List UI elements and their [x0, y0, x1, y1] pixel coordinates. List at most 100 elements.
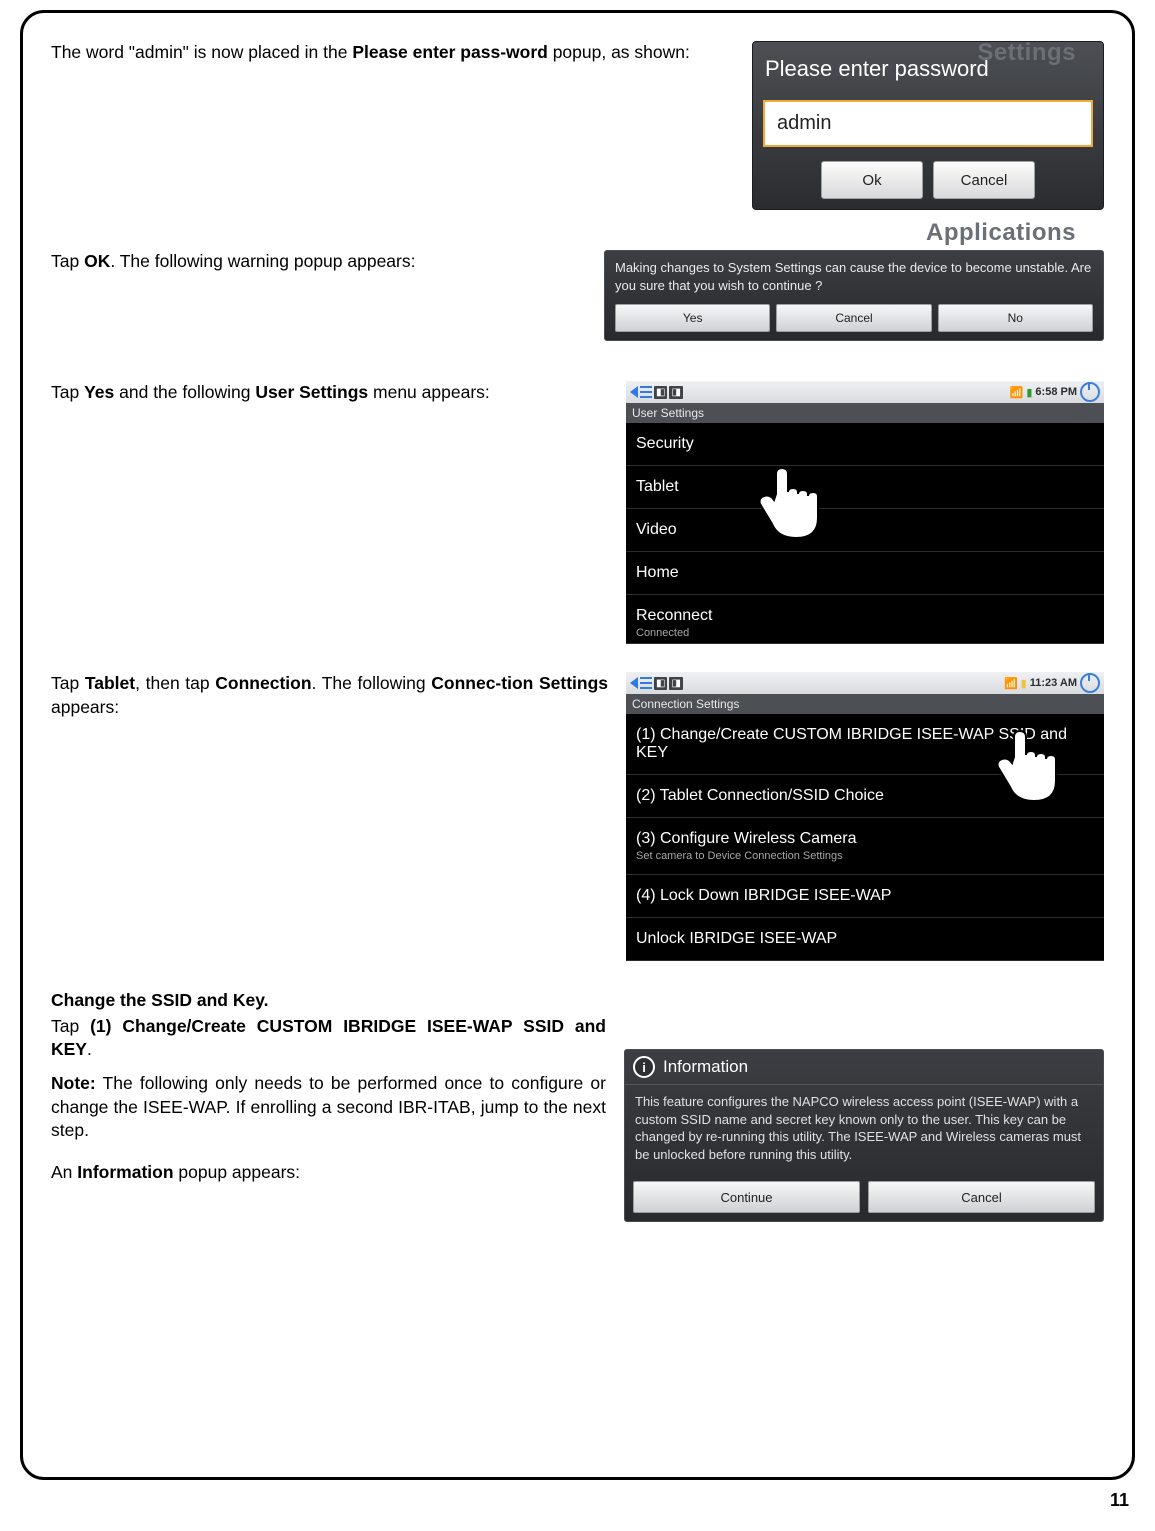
section-warning: Tap OK. The following warning popup appe… [51, 250, 1104, 341]
note-label: Note: [51, 1073, 96, 1093]
list-icon [640, 677, 652, 689]
text: The word "admin" is now placed in the [51, 42, 352, 62]
warning-button-row: Yes Cancel No [615, 304, 1093, 332]
back-icon[interactable] [630, 386, 638, 398]
cancel-button[interactable]: Cancel [868, 1181, 1095, 1213]
text-bold: Yes [84, 382, 114, 402]
back-icon[interactable] [630, 677, 638, 689]
text: menu appears: [368, 382, 490, 402]
password-popup-container: Settings Applications Please enter passw… [752, 41, 1104, 210]
yes-button[interactable]: Yes [615, 304, 770, 332]
text: . The following warning popup appears: [110, 251, 415, 271]
screen-heading: User Settings [626, 403, 1104, 423]
no-button[interactable]: No [938, 304, 1093, 332]
text: popup appears: [174, 1162, 301, 1182]
menu-item-home[interactable]: Home [626, 552, 1104, 595]
status-time: 6:58 PM [1035, 386, 1077, 398]
menu-item-sub: Set camera to Device Connection Settings [636, 850, 1094, 862]
status-chip: ◧ [654, 677, 667, 690]
text: Tap [51, 382, 84, 402]
text: and the following [114, 382, 255, 402]
text-bold: Connec-tion Settings [431, 673, 608, 693]
text-bold: OK [84, 251, 110, 271]
popup-title: Please enter password [763, 50, 1093, 92]
warning-popup-container: Making changes to System Settings can ca… [604, 250, 1104, 341]
menu-item-video[interactable]: Video [626, 509, 1104, 552]
page-frame: The word "admin" is now placed in the Pl… [20, 10, 1135, 1480]
text-bold: Please enter pass-word [352, 42, 548, 62]
section-connection-settings: Tap Tablet, then tap Connection. The fol… [51, 672, 1104, 961]
status-right: 📶 ▮ 6:58 PM [1010, 382, 1100, 402]
ok-button[interactable]: Ok [821, 161, 923, 199]
text: The following only needs to be performed… [51, 1073, 606, 1140]
password-popup: Please enter password admin Ok Cancel [752, 41, 1104, 210]
text: Tap [51, 1016, 90, 1036]
info-icon: i [633, 1056, 655, 1078]
menu-item-reconnect[interactable]: Reconnect Connected [626, 595, 1104, 644]
status-chip: ◧ [654, 386, 667, 399]
status-bar: ◧ ◨ 📶 ▮ 11:23 AM [626, 672, 1104, 694]
battery-icon: ▮ [1026, 386, 1032, 399]
status-right: 📶 ▮ 11:23 AM [1004, 673, 1100, 693]
text-bold: Connection [215, 673, 311, 693]
menu-item-lock-down[interactable]: (4) Lock Down IBRIDGE ISEE-WAP [626, 875, 1104, 918]
text: popup, as shown: [548, 42, 690, 62]
section-user-settings: Tap Yes and the following User Settings … [51, 381, 1104, 644]
status-time: 11:23 AM [1030, 677, 1077, 689]
info-body: This feature configures the NAPCO wirele… [625, 1085, 1103, 1175]
menu-item-sub: Connected [636, 627, 1094, 639]
continue-button[interactable]: Continue [633, 1181, 860, 1213]
info-title: Information [663, 1057, 748, 1077]
power-icon[interactable] [1080, 673, 1100, 693]
text-connection-settings: Tap Tablet, then tap Connection. The fol… [51, 672, 608, 719]
wifi-icon: 📶 [1004, 677, 1018, 690]
tap-hand-icon [994, 722, 1064, 802]
text-bold: Information [77, 1162, 173, 1182]
cancel-button[interactable]: Cancel [933, 161, 1035, 199]
user-settings-screen: ◧ ◨ 📶 ▮ 6:58 PM User Settings Security T… [626, 381, 1104, 644]
connection-settings-screen: ◧ ◨ 📶 ▮ 11:23 AM Connection Settings (1)… [626, 672, 1104, 961]
wifi-icon: 📶 [1010, 386, 1024, 399]
text: Tap [51, 673, 85, 693]
battery-icon: ▮ [1021, 677, 1027, 690]
menu-item-security[interactable]: Security [626, 423, 1104, 466]
information-popup-container: i Information This feature configures th… [624, 989, 1104, 1222]
warning-message: Making changes to System Settings can ca… [615, 259, 1093, 294]
user-settings-screen-container: ◧ ◨ 📶 ▮ 6:58 PM User Settings Security T… [626, 381, 1104, 644]
popup-button-row: Ok Cancel [763, 161, 1093, 199]
page-number: 11 [0, 1484, 1155, 1523]
text: Tap [51, 251, 84, 271]
menu-item-configure-camera[interactable]: (3) Configure Wireless Camera Set camera… [626, 818, 1104, 875]
password-input[interactable]: admin [763, 100, 1093, 147]
tap-hand-icon [756, 459, 826, 539]
text-password: The word "admin" is now placed in the Pl… [51, 41, 734, 65]
menu-item-tablet[interactable]: Tablet [626, 466, 1104, 509]
power-icon[interactable] [1080, 382, 1100, 402]
status-bar: ◧ ◨ 📶 ▮ 6:58 PM [626, 381, 1104, 403]
status-left: ◧ ◨ [630, 386, 683, 399]
info-button-row: Continue Cancel [625, 1175, 1103, 1221]
status-chip: ◨ [669, 677, 682, 690]
text-change-ssid: Change the SSID and Key. Tap (1) Change/… [51, 989, 606, 1184]
text-bold: Tablet [85, 673, 135, 693]
status-chip: ◨ [669, 386, 682, 399]
menu-item-unlock[interactable]: Unlock IBRIDGE ISEE-WAP [626, 918, 1104, 961]
menu-item-label: (3) Configure Wireless Camera [636, 830, 1094, 848]
warning-popup: Making changes to System Settings can ca… [604, 250, 1104, 341]
section-change-ssid: Change the SSID and Key. Tap (1) Change/… [51, 989, 1104, 1222]
text: appears: [51, 697, 119, 717]
cancel-button[interactable]: Cancel [776, 304, 931, 332]
list-icon [640, 386, 652, 398]
section-password: The word "admin" is now placed in the Pl… [51, 41, 1104, 210]
text-user-settings: Tap Yes and the following User Settings … [51, 381, 608, 405]
text: . The following [312, 673, 432, 693]
text-bold: (1) Change/Create CUSTOM IBRIDGE ISEE-WA… [51, 1016, 606, 1060]
text-bold: User Settings [255, 382, 368, 402]
bg-text-applications: Applications [926, 219, 1076, 247]
text-warning: Tap OK. The following warning popup appe… [51, 250, 586, 274]
status-left: ◧ ◨ [630, 677, 683, 690]
text: , then tap [135, 673, 215, 693]
text: An [51, 1162, 77, 1182]
screen-heading: Connection Settings [626, 694, 1104, 714]
subsection-heading: Change the SSID and Key. [51, 989, 606, 1013]
